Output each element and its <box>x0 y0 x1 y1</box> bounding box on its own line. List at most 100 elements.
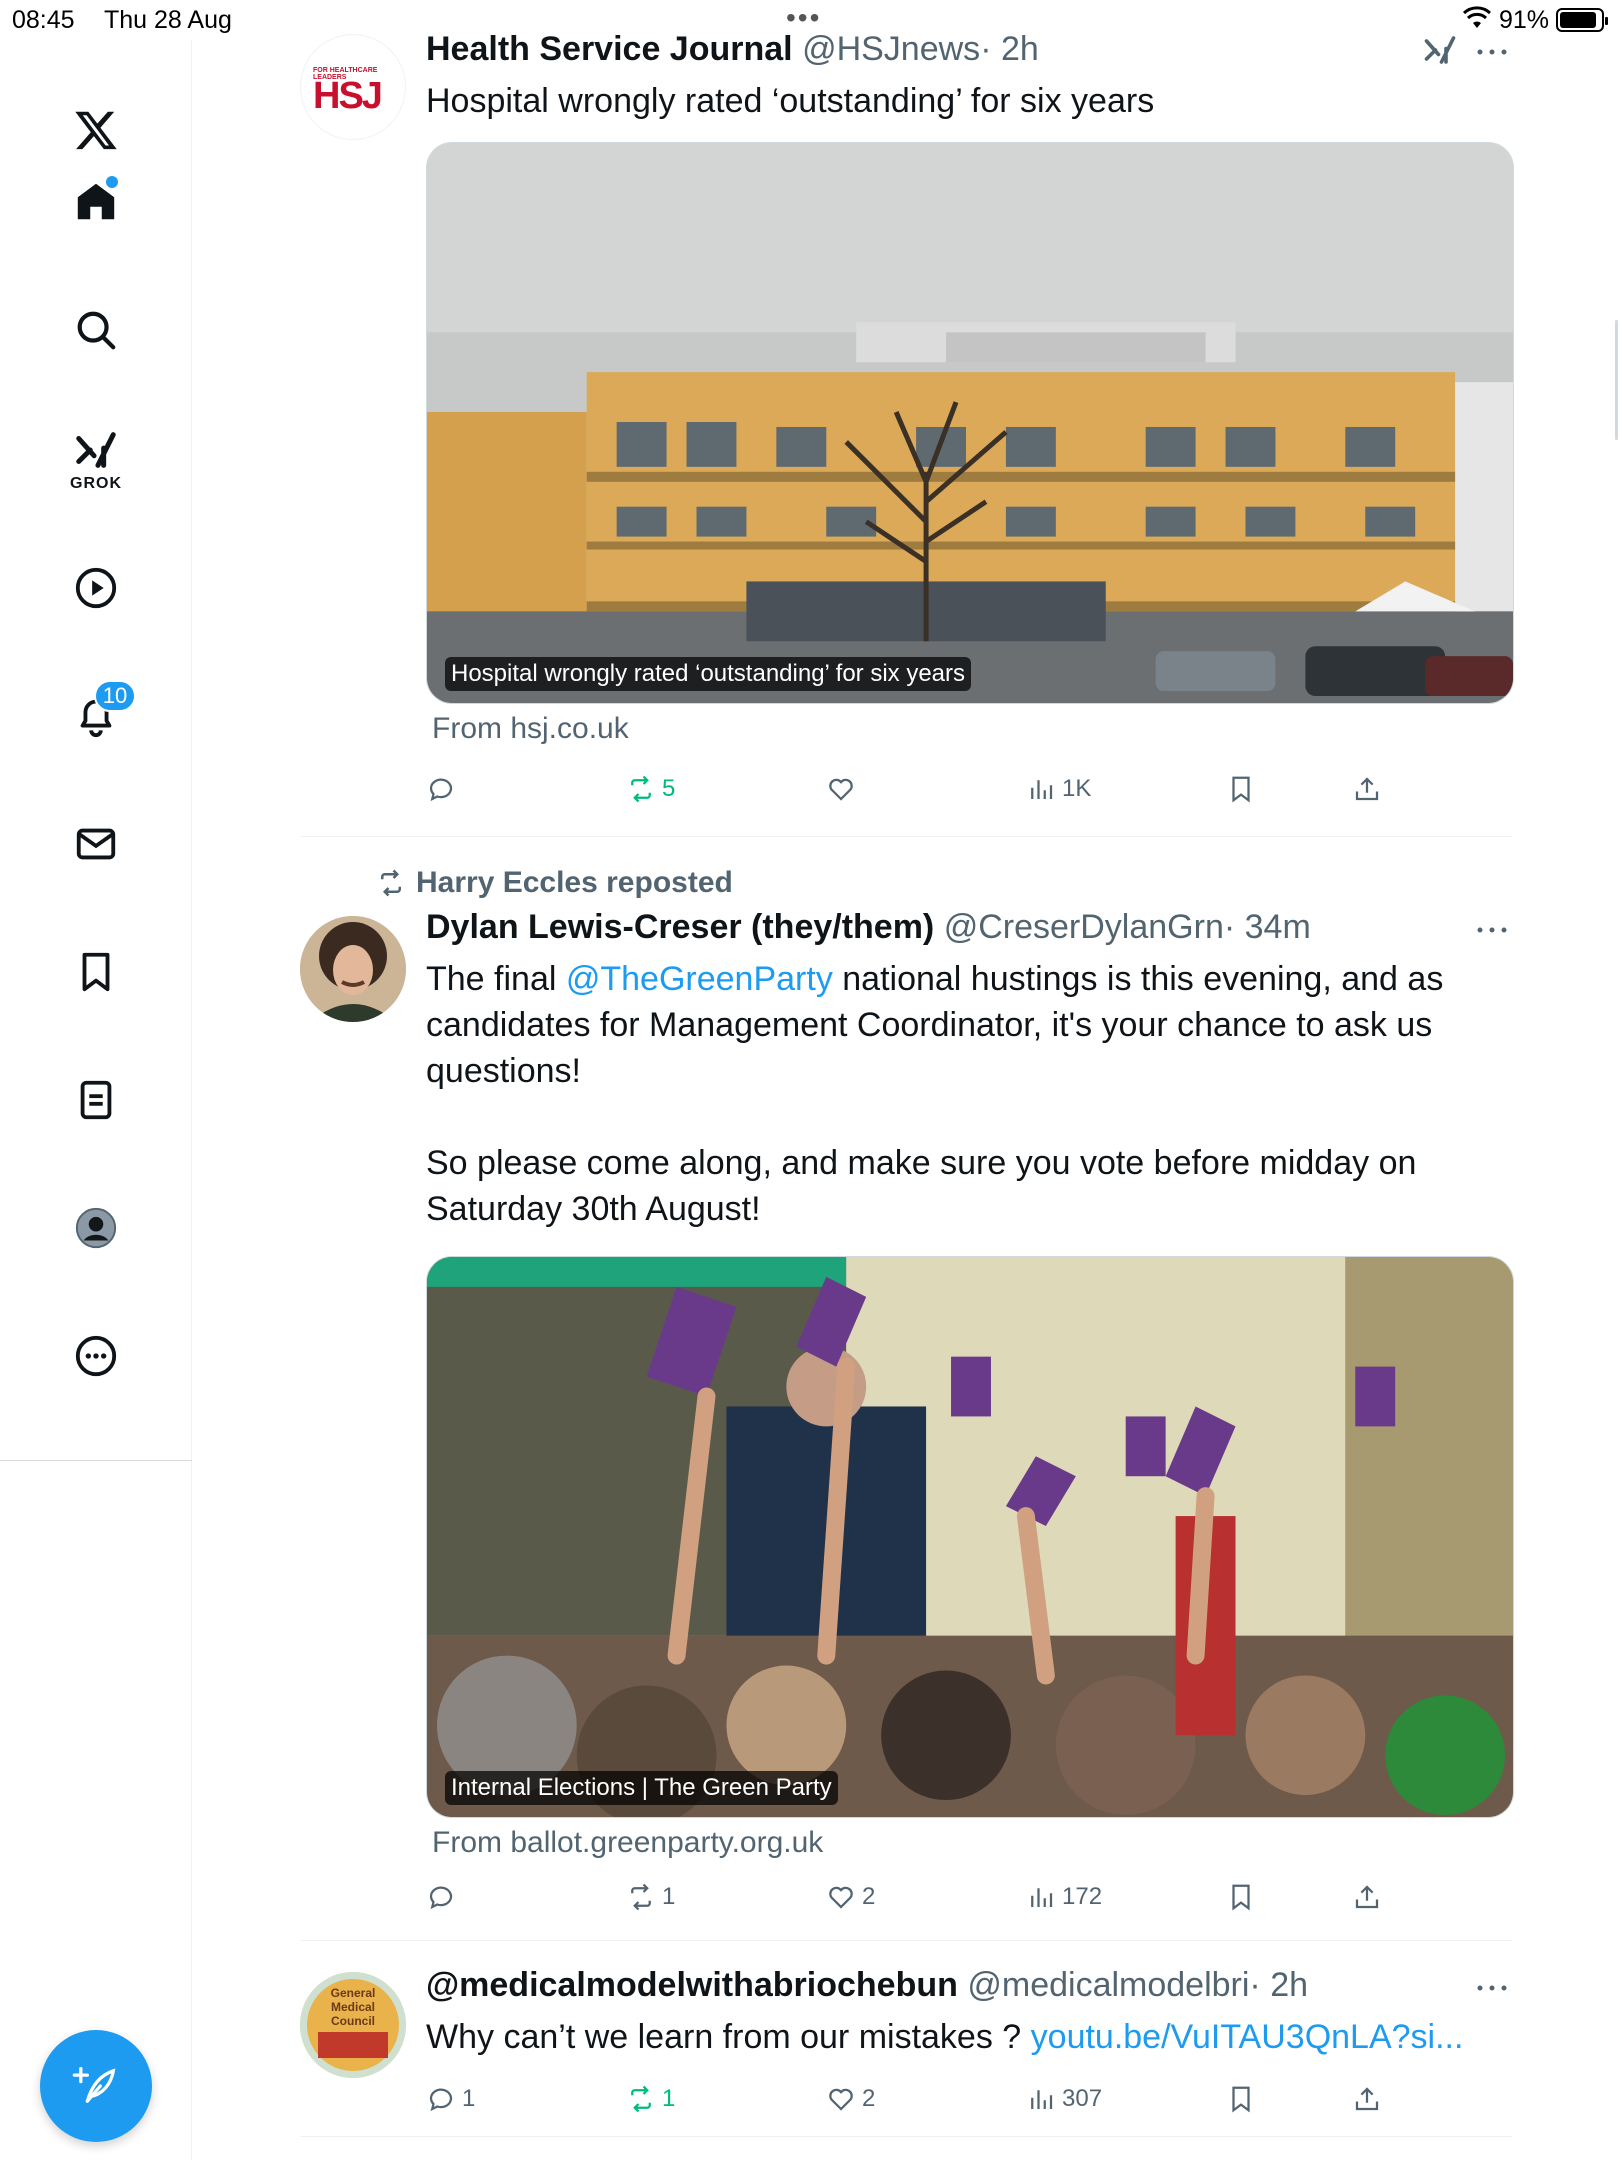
tweet-divider <box>300 836 1512 837</box>
card-source[interactable]: From ballot.greenparty.org.uk <box>432 1826 823 1860</box>
views-button[interactable]: 1K <box>1026 774 1091 804</box>
list-icon <box>80 1080 112 1120</box>
tweet-text-line: candidates for Management Coordinator, i… <box>426 1006 1433 1044</box>
profile-avatar-icon <box>75 1207 117 1249</box>
card-caption: Internal Elections | The Green Party <box>445 1771 838 1805</box>
sidebar: GROK 10 <box>0 40 192 2160</box>
tweet-text: Why can’t we learn from our mistakes ? y… <box>426 2014 1463 2060</box>
sidebar-item-bookmarks[interactable] <box>56 932 136 1012</box>
more-options-icon[interactable] <box>1472 920 1512 940</box>
tweet-medicalmodel[interactable]: General Medical Council @medicalmodelwit… <box>300 1966 1512 2146</box>
views-count: 172 <box>1062 1883 1103 1910</box>
share-button[interactable] <box>1352 2084 1382 2114</box>
reply-count: 1 <box>462 2085 476 2112</box>
tweet-text-line: The final @TheGreenParty national hustin… <box>426 956 1516 1002</box>
reply-button[interactable] <box>426 1882 462 1912</box>
card-source[interactable]: From hsj.co.uk <box>432 712 629 746</box>
bookmark-button[interactable] <box>1226 2084 1256 2114</box>
author-handle[interactable]: @CreserDylanGrn <box>944 908 1224 946</box>
grok-label: GROK <box>70 475 122 492</box>
views-chart-icon <box>1031 2090 1053 2109</box>
avatar[interactable]: FOR HEALTHCARE LEADERS HSJ <box>300 34 406 140</box>
timeline-feed: FOR HEALTHCARE LEADERS HSJ Health Servic… <box>192 0 1620 2160</box>
unread-dot <box>106 176 118 188</box>
search-icon <box>77 311 116 350</box>
repost-count: 1 <box>662 1883 676 1910</box>
tweet-time[interactable]: · 2h <box>1249 1966 1308 2004</box>
more-options-icon[interactable] <box>1472 1978 1512 1998</box>
repost-context[interactable]: Harry Eccles reposted <box>376 866 733 900</box>
tweet-time[interactable]: · 2h <box>980 30 1039 68</box>
repost-count: 5 <box>662 775 676 802</box>
tweet-text-body: Why can’t we learn from our mistakes ? <box>426 2018 1031 2056</box>
avatar-logo-text: General Medical Council <box>330 1986 376 2028</box>
heart-icon <box>829 778 853 801</box>
author-handle[interactable]: @medicalmodelbri <box>967 1966 1249 2004</box>
sidebar-item-profile[interactable] <box>56 1188 136 1268</box>
repost-button[interactable]: 1 <box>626 1882 675 1912</box>
sidebar-divider <box>0 1460 192 1461</box>
bookmark-icon <box>1232 1884 1250 1911</box>
author-name[interactable]: Health Service Journal <box>426 30 793 68</box>
author-name[interactable]: @medicalmodelwithabriochebun <box>426 1966 958 2004</box>
reply-icon <box>429 2088 453 2112</box>
author-name[interactable]: Dylan Lewis-Creser (they/them) <box>426 908 934 946</box>
tweet-divider <box>300 2136 1512 2137</box>
scrollbar[interactable] <box>1615 320 1618 440</box>
sidebar-item-search[interactable] <box>56 290 136 370</box>
avatar[interactable]: General Medical Council <box>300 1972 406 2078</box>
compose-post-button[interactable] <box>40 2030 152 2142</box>
share-icon <box>1355 1885 1379 1909</box>
like-button[interactable] <box>826 774 862 804</box>
repost-button[interactable]: 1 <box>626 2084 675 2114</box>
bookmark-button[interactable] <box>1226 774 1256 804</box>
repost-icon <box>631 775 651 803</box>
views-count: 1K <box>1062 775 1092 802</box>
repost-context-text: Harry Eccles reposted <box>416 866 733 899</box>
like-count: 2 <box>862 1883 876 1910</box>
avatar-logo-text: HSJ <box>313 75 383 117</box>
repost-icon <box>381 869 401 897</box>
sidebar-item-messages[interactable] <box>56 804 136 884</box>
grok-icon <box>76 432 116 468</box>
heart-icon <box>829 1886 853 1909</box>
author-handle[interactable]: @HSJnews <box>802 30 980 68</box>
status-time: 08:45 <box>12 6 75 34</box>
tweet-text-line: questions! <box>426 1052 581 1090</box>
tweet-divider <box>300 1940 1512 1941</box>
repost-button[interactable]: 5 <box>626 774 675 804</box>
more-circle-icon <box>75 1335 117 1377</box>
sidebar-item-more[interactable] <box>56 1316 136 1396</box>
sidebar-item-video[interactable] <box>56 548 136 628</box>
like-button[interactable]: 2 <box>826 2084 875 2114</box>
sidebar-item-notifications[interactable]: 10 <box>56 676 136 756</box>
share-button[interactable] <box>1352 774 1382 804</box>
views-count: 307 <box>1062 2085 1103 2112</box>
share-button[interactable] <box>1352 1882 1382 1912</box>
avatar[interactable] <box>300 916 406 1022</box>
avatar-photo <box>300 916 406 1022</box>
tweet-link[interactable]: youtu.be/VuITAU3QnLA?si... <box>1031 2018 1464 2056</box>
like-button[interactable]: 2 <box>826 1882 875 1912</box>
views-chart-icon <box>1031 1888 1053 1907</box>
grok-icon[interactable] <box>1422 32 1458 68</box>
envelope-icon <box>76 828 116 860</box>
sidebar-item-home[interactable] <box>56 162 136 242</box>
tweet-hsj[interactable]: FOR HEALTHCARE LEADERS HSJ Health Servic… <box>300 30 1514 830</box>
bookmark-button[interactable] <box>1226 1882 1256 1912</box>
play-circle-icon <box>75 567 117 609</box>
x-logo-icon[interactable] <box>56 90 136 170</box>
text-prefix: The final <box>426 960 566 998</box>
reply-button[interactable] <box>426 774 462 804</box>
tweet-green-party[interactable]: Harry Eccles reposted Dylan Lewis-Creser… <box>300 862 1514 1940</box>
sidebar-item-lists[interactable] <box>56 1060 136 1140</box>
mention-link[interactable]: @TheGreenParty <box>566 960 833 998</box>
sidebar-item-grok[interactable]: GROK <box>56 410 136 510</box>
link-card-image[interactable]: Internal Elections | The Green Party <box>426 1256 1514 1818</box>
more-options-icon[interactable] <box>1472 42 1512 62</box>
link-card-image[interactable]: Hospital wrongly rated ‘outstanding’ for… <box>426 142 1514 704</box>
views-button[interactable]: 307 <box>1026 2084 1102 2114</box>
reply-button[interactable]: 1 <box>426 2084 475 2114</box>
tweet-time[interactable]: · 34m <box>1224 908 1311 946</box>
views-button[interactable]: 172 <box>1026 1882 1102 1912</box>
